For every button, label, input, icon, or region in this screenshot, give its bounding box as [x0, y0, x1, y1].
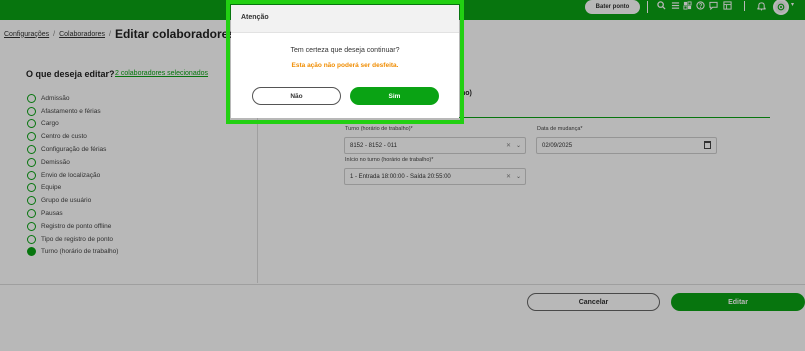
- dialog-header: Atenção: [231, 5, 459, 33]
- dialog-title: Atenção: [241, 14, 269, 21]
- dialog-warning: Esta ação não poderá ser desfeita.: [291, 62, 399, 69]
- yes-button[interactable]: Sim: [350, 87, 439, 105]
- confirm-dialog: Atenção Tem certeza que deseja continuar…: [231, 5, 459, 118]
- dialog-message: Tem certeza que deseja continuar?: [290, 47, 400, 54]
- no-button[interactable]: Não: [252, 87, 341, 105]
